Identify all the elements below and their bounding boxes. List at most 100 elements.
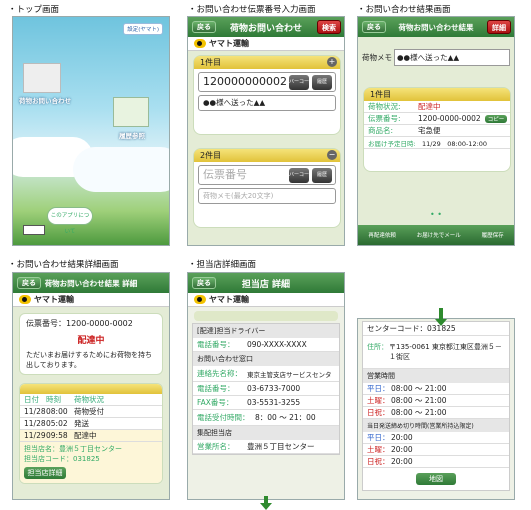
hours-value: 8：00 ～ 21：00 (255, 413, 316, 422)
about-button[interactable]: このアプリについて (47, 207, 93, 235)
section-label: 2件目 (200, 151, 222, 160)
weekday-value: 08:00 ～ 21:00 (391, 384, 447, 393)
redelivery-button[interactable]: 再配達依頼 (368, 231, 396, 239)
back-button[interactable]: 戻る (192, 21, 216, 33)
toolbar: 再配達依頼 お届け先でメール 履歴保存 (358, 225, 514, 245)
cutoff-weekday-value: 20:00 (391, 433, 413, 442)
package-icon (23, 63, 61, 93)
hours-row: 電話受付時間： 8：00 ～ 21：00 (193, 410, 339, 426)
barcode-button[interactable]: バーコード (289, 168, 309, 193)
status-value: 配達中 (418, 102, 441, 111)
status-row: 荷物状況: 配達中 (364, 101, 510, 113)
map-button[interactable]: 地図 (416, 473, 456, 485)
caption-branch-detail: ・担当店詳細画面 (188, 260, 257, 270)
search-button[interactable]: 検索 (317, 20, 341, 34)
store-banner (194, 311, 338, 321)
slip-row: 伝票番号: 1200-0000-0002 コピー (364, 113, 510, 125)
row-date: 11/29 (24, 431, 46, 440)
barcode-button[interactable]: バーコード (289, 75, 309, 100)
history-row[interactable]: 11/28 08:00 荷物受付 (20, 406, 162, 418)
row-time: 09:58 (46, 431, 68, 440)
contact-row: 連絡先名称： 東京主管支店サービスセンタ (193, 366, 339, 382)
window-heading: お問い合わせ窓口 (193, 352, 339, 366)
slip-input-2[interactable]: 伝票番号 バーコード履歴 (198, 165, 336, 193)
driver-tel-row[interactable]: 電話番号： 090-XXXX-XXXX (193, 338, 339, 352)
detail-button[interactable]: 詳細 (487, 20, 511, 34)
slip-value: 120000000002 (203, 75, 287, 88)
memo-input-1[interactable]: ●●様へ送った▲▲ (198, 95, 336, 111)
row-date: 11/28 (24, 419, 46, 428)
copy-button[interactable]: コピー (484, 114, 508, 123)
caption-inquiry-input: ・お問い合わせ伝票番号入力画面 (188, 5, 316, 15)
saturday-row: 土曜： 08:00 ～ 21:00 (363, 395, 509, 407)
memo-input-2[interactable]: 荷物メモ(最大20文字) (198, 188, 336, 204)
mail-button[interactable]: お届け先でメール (417, 231, 461, 239)
cutoff-saturday-row: 土曜： 20:00 (363, 444, 509, 456)
cutoff-holiday-value: 20:00 (391, 457, 413, 466)
row-status: 発送 (74, 419, 89, 428)
pager[interactable]: • • (358, 210, 514, 219)
date-value: 11/29 08:00-12:00 (422, 139, 488, 148)
slip-value: 1200-0000-0002 (418, 114, 481, 123)
page-dots: • • (430, 210, 442, 219)
back-button[interactable]: 戻る (192, 277, 216, 289)
branch-detail-button[interactable]: 担当店詳細 (24, 467, 66, 479)
holiday-value: 08:00 ～ 21:00 (391, 408, 447, 417)
saturday-label: 土曜： (367, 396, 390, 405)
remove-icon[interactable]: − (327, 150, 337, 160)
add-icon[interactable]: + (327, 57, 337, 67)
hours-label: 電話受付時間： (197, 413, 250, 422)
save-history-button[interactable]: 履歴保存 (482, 231, 504, 239)
header: 戻る 荷物お問い合わせ結果 詳細 (358, 17, 514, 37)
row-status: 配達中 (74, 431, 97, 440)
header: 戻る 荷物お問い合わせ 検索 (188, 17, 344, 37)
settings-button[interactable]: 設定(ヤマト) (123, 23, 163, 35)
down-arrow-icon (260, 496, 272, 510)
inquiry-result-screen: 戻る 荷物お問い合わせ結果 詳細 荷物メモ ●●様へ送った▲▲ 1件目 荷物状況: 配達… (357, 16, 515, 246)
tel2-row[interactable]: 電話番号： 03-6733-7000 (193, 382, 339, 396)
date-row: お届け予定日時: 11/29 08:00-12:00 (364, 137, 510, 149)
item-value: 宅急便 (418, 126, 441, 135)
address-row: 住所： 〒135-0061 東京都江東区豊洲５－１街区 (363, 336, 509, 369)
top-screen: 設定(ヤマト) 荷物お問い合わせ 履歴参照 このアプリについて (12, 16, 170, 246)
brand-bar: ヤマト運輸 (188, 37, 344, 51)
back-button[interactable]: 戻る (17, 277, 41, 289)
tel-label: 電話番号： (197, 340, 235, 349)
history-button[interactable]: 履歴 (312, 168, 332, 183)
history-button[interactable]: 履歴参照 (119, 130, 145, 140)
back-button[interactable]: 戻る (362, 21, 386, 33)
cat-logo-icon (19, 295, 31, 304)
slip-placeholder: 伝票番号 (203, 168, 247, 181)
weekday-row: 平日： 08:00 ～ 21:00 (363, 383, 509, 395)
down-arrow-icon (435, 308, 447, 326)
caption-result-detail: ・お問い合わせ結果詳細画面 (8, 260, 119, 270)
brand-name: ヤマト運輸 (209, 39, 249, 48)
slip-input-1[interactable]: 120000000002バーコード履歴 (198, 72, 336, 100)
cat-logo-icon (194, 295, 206, 304)
inquiry-input-screen: 戻る 荷物お問い合わせ 検索 ヤマト運輸 1件目 + 120000000002 バーコー… (187, 16, 345, 246)
branch-card-lower: センターコード：031825 住所： 〒135-0061 東京都江東区豊洲５－１街… (362, 321, 510, 491)
status-note: ただいまお届けするためにお荷物を持ち出しております。 (26, 351, 152, 369)
section-header: 1件目 (364, 88, 510, 101)
page-title: 荷物お問い合わせ結果 詳細 (44, 278, 138, 288)
row-date: 11/28 (24, 407, 46, 416)
store-heading: 集配担当店 (193, 426, 339, 440)
history-row[interactable]: 11/28 05:02 発送 (20, 418, 162, 430)
col-status: 荷物状況 (74, 395, 104, 404)
brand-bar: ヤマト運輸 (188, 293, 344, 307)
branch-code: 担当店コード：031825 (24, 455, 100, 463)
history-row[interactable]: 11/29 09:58 配達中 (20, 430, 162, 442)
store-label: 営業所名： (197, 442, 235, 451)
cutoff-saturday-label: 土曜： (367, 445, 390, 454)
branch-name: 担当店名：豊洲５丁目センター (24, 445, 122, 453)
history-card-bar (20, 384, 162, 394)
brand-name: ヤマト運輸 (34, 295, 74, 304)
memo-value: ●●様へ送った▲▲ (394, 49, 510, 66)
cutoff-holiday-row: 日祝： 20:00 (363, 456, 509, 468)
weekday-label: 平日： (367, 384, 390, 393)
cutoff-weekday-row: 平日： 20:00 (363, 432, 509, 444)
inquiry-button[interactable]: 荷物お問い合わせ (19, 95, 71, 105)
fax-label: FAX番号： (197, 398, 234, 407)
section-header-2: 2件目 − (194, 149, 340, 162)
history-button[interactable]: 履歴 (312, 75, 332, 90)
